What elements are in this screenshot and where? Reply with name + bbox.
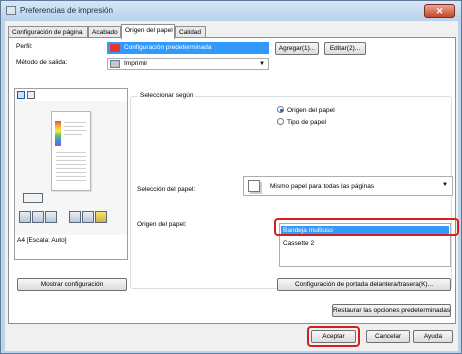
selection-groupbox: Seleccionar según Origen del papel Tipo … bbox=[130, 92, 459, 289]
page-view-icon[interactable] bbox=[17, 91, 25, 99]
text-line bbox=[56, 176, 86, 177]
paper-sheet bbox=[51, 111, 91, 191]
staple-icon bbox=[32, 211, 44, 223]
paper-size-label: A4 [Escala: Auto] bbox=[17, 237, 67, 244]
radio-dot-icon bbox=[277, 118, 284, 125]
text-line bbox=[64, 134, 82, 135]
dialog-client-area: Configuración de página Acabado Origen d… bbox=[5, 21, 459, 351]
restore-defaults-button[interactable]: Restaurar las opciones predeterminadas bbox=[332, 304, 451, 317]
list-item-cassette-2[interactable]: Cassette 2 bbox=[281, 239, 314, 248]
cover-config-button[interactable]: Configuración de portada delantera/trase… bbox=[277, 278, 451, 291]
text-line bbox=[64, 126, 84, 127]
booklet-icon bbox=[45, 211, 57, 223]
pages-icon bbox=[248, 180, 260, 192]
page-preview: A4 [Escala: Auto] bbox=[14, 88, 128, 260]
paper-selection-label: Selección del papel: bbox=[137, 186, 196, 193]
radio-paper-source[interactable]: Origen del papel bbox=[277, 106, 335, 114]
preview-paper-area bbox=[15, 101, 127, 235]
binding-icon bbox=[82, 211, 94, 223]
chevron-down-icon: ▼ bbox=[259, 61, 265, 67]
radio-paper-type[interactable]: Tipo de papel bbox=[277, 118, 326, 126]
paper-selection-value: Mismo papel para todas las páginas bbox=[270, 183, 375, 190]
text-line bbox=[56, 168, 86, 169]
close-button[interactable]: ✕ bbox=[424, 4, 455, 18]
output-method-label: Método de salida: bbox=[16, 59, 68, 66]
chevron-down-icon: ▼ bbox=[442, 182, 448, 188]
text-line bbox=[56, 180, 86, 181]
radio-dot-icon bbox=[277, 106, 284, 113]
text-line bbox=[56, 160, 86, 161]
paper-source-label: Origen del papel: bbox=[137, 221, 187, 228]
text-line bbox=[56, 172, 86, 173]
show-config-button[interactable]: Mostrar configuración bbox=[17, 278, 127, 291]
paper-selection-select[interactable]: Mismo papel para todas las páginas ▼ bbox=[243, 176, 453, 196]
output-method-value: Imprimir bbox=[124, 60, 148, 67]
color-sample bbox=[55, 121, 61, 146]
cancel-button[interactable]: Cancelar bbox=[366, 330, 410, 343]
radio-paper-type-label: Tipo de papel bbox=[287, 119, 327, 126]
profile-select[interactable]: Configuración predeterminada ▼ bbox=[107, 42, 280, 54]
text-line bbox=[56, 152, 86, 153]
edit-profile-button[interactable]: Editar(2)... bbox=[324, 42, 366, 55]
text-line bbox=[64, 122, 86, 123]
group-title: Seleccionar según bbox=[138, 92, 196, 99]
tab-panel-paper-source: Perfil: Configuración predeterminada ▼ A… bbox=[8, 37, 459, 324]
profile-value: Configuración predeterminada bbox=[124, 44, 212, 51]
window-title: Preferencias de impresión bbox=[20, 6, 113, 15]
printer-icon bbox=[6, 6, 16, 15]
printer-view-icon[interactable] bbox=[27, 91, 35, 99]
paper-stack-icon bbox=[23, 193, 43, 203]
radio-paper-source-label: Origen del papel bbox=[287, 107, 335, 114]
highlight-ring bbox=[274, 218, 459, 236]
output-method-select[interactable]: Imprimir ▼ bbox=[107, 58, 269, 70]
color-icon bbox=[95, 211, 107, 223]
add-profile-button[interactable]: Agregar(1)... bbox=[275, 42, 319, 55]
tab-paper-source[interactable]: Origen del papel bbox=[121, 24, 175, 39]
title-bar: Preferencias de impresión ✕ bbox=[1, 1, 461, 21]
duplex-icon bbox=[19, 211, 31, 223]
help-button[interactable]: Ayuda bbox=[413, 330, 453, 343]
highlight-ring bbox=[307, 326, 360, 347]
text-line bbox=[56, 156, 86, 157]
text-line bbox=[56, 164, 86, 165]
text-line bbox=[64, 130, 86, 131]
layout-icon bbox=[69, 211, 81, 223]
profile-label: Perfil: bbox=[16, 43, 33, 50]
profile-icon bbox=[110, 44, 120, 52]
printer-icon bbox=[110, 60, 120, 68]
print-preferences-window: Preferencias de impresión ✕ Configuració… bbox=[0, 0, 462, 354]
